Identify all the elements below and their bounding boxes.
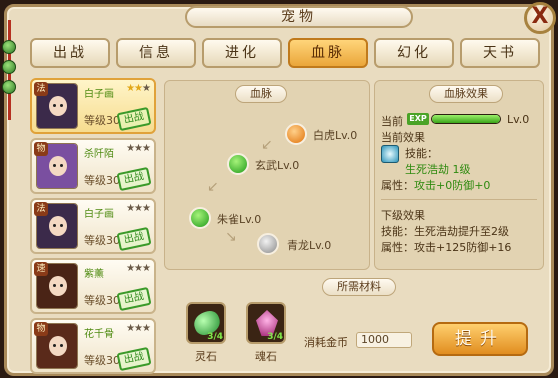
azure-dragon-label: 青龙Lv.0	[287, 239, 332, 252]
pet-name: 白子画	[84, 89, 114, 100]
pet-level: 等级30	[84, 174, 120, 187]
pet-stars: ★★★	[126, 83, 151, 94]
pet-class-tag: 速	[34, 262, 48, 276]
pet-level: 等级30	[84, 234, 120, 247]
spirit-stone-item[interactable]: 3/4	[186, 302, 226, 344]
skill-value: 生死浩劫 1级	[405, 163, 471, 176]
pet-stars: ★★★	[126, 323, 151, 334]
arrow-icon: ↘	[225, 229, 237, 245]
tab-bar: 出战 信息 进化 血脉 幻化 天书	[30, 38, 540, 68]
current-level: Lv.0	[507, 113, 530, 126]
pet-name: 花千骨	[84, 329, 114, 340]
soul-stone-name: 魂石	[255, 350, 277, 363]
deployed-stamp: 出战	[116, 286, 152, 312]
white-tiger-label: 白虎Lv.0	[313, 129, 358, 142]
cost-label: 消耗金币	[304, 336, 348, 349]
pet-list: 法 白子画 ★★★ 等级30 出战 物 杀阡陌 ★★★ 等级30 出战 法 白子…	[30, 78, 158, 374]
pet-class-tag: 物	[34, 142, 48, 156]
materials-section: 所需材料 3/4 灵石 3/4 魂石 消耗金币 1000 提升	[164, 276, 544, 374]
deployed-stamp: 出战	[116, 346, 152, 372]
pet-name: 紫薰	[84, 269, 104, 280]
tab-evolve[interactable]: 进化	[202, 38, 282, 68]
bloodline-effect-panel: 血脉效果 当前 EXP Lv.0 当前效果 技能： 生死浩劫 1级 属性：攻击+…	[374, 80, 544, 270]
window-title: 宠物	[185, 6, 413, 28]
pet-stars: ★★★	[126, 143, 151, 154]
pet-card[interactable]: 物 花千骨 ★★★ 等级30 出战	[30, 318, 156, 374]
arrow-icon: ↙	[261, 137, 273, 153]
black-tortoise-label: 玄武Lv.0	[255, 159, 300, 172]
current-effect-title: 当前效果	[381, 131, 425, 144]
skill-icon[interactable]	[381, 145, 399, 163]
black-tortoise-node[interactable]	[227, 153, 249, 175]
deployed-stamp: 出战	[116, 106, 152, 132]
tab-heavenly-book[interactable]: 天书	[460, 38, 540, 68]
azure-dragon-node[interactable]	[257, 233, 279, 255]
deployed-stamp: 出战	[116, 226, 152, 252]
tab-info[interactable]: 信息	[116, 38, 196, 68]
pet-level: 等级30	[84, 114, 120, 127]
effect-label: 血脉效果	[429, 85, 503, 103]
skill-title: 技能：	[405, 147, 438, 160]
pet-level: 等级30	[84, 294, 120, 307]
exp-progress-bar	[431, 114, 501, 124]
next-skill: 技能：生死浩劫提升至2级	[381, 225, 509, 238]
pet-class-tag: 法	[34, 82, 48, 96]
materials-label: 所需材料	[322, 278, 396, 296]
pet-class-tag: 物	[34, 322, 48, 336]
pet-stars: ★★★	[126, 263, 151, 274]
tab-deploy[interactable]: 出战	[30, 38, 110, 68]
pet-class-tag: 法	[34, 202, 48, 216]
current-attr: 属性：攻击+0防御+0	[381, 179, 491, 192]
close-button[interactable]: X	[524, 2, 556, 34]
pet-card[interactable]: 物 杀阡陌 ★★★ 等级30 出战	[30, 138, 156, 194]
pet-card[interactable]: 法 白子画 ★★★ 等级30 出战	[30, 198, 156, 254]
pet-name: 白子画	[84, 209, 114, 220]
current-prefix: 当前	[381, 115, 403, 128]
spirit-stone-name: 灵石	[195, 350, 217, 363]
pet-card[interactable]: 法 白子画 ★★★ 等级30 出战	[30, 78, 156, 134]
jade-cord-decoration	[0, 20, 20, 120]
soul-stone-item[interactable]: 3/4	[246, 302, 286, 344]
tab-transform[interactable]: 幻化	[374, 38, 454, 68]
divider	[381, 199, 537, 200]
next-attr: 属性：攻击+125防御+16	[381, 241, 512, 254]
tab-bloodline[interactable]: 血脉	[288, 38, 368, 68]
deployed-stamp: 出战	[116, 166, 152, 192]
exp-badge: EXP	[407, 113, 429, 125]
bloodline-panel: 血脉 白虎Lv.0 ↙ 玄武Lv.0 ↙ 朱雀Lv.0 ↘ 青龙Lv.0	[164, 80, 370, 270]
vermilion-bird-label: 朱雀Lv.0	[217, 213, 262, 226]
pet-name: 杀阡陌	[84, 149, 114, 160]
pet-level: 等级30	[84, 354, 120, 367]
white-tiger-node[interactable]	[285, 123, 307, 145]
pet-card[interactable]: 速 紫薰 ★★★ 等级30 出战	[30, 258, 156, 314]
next-title: 下级效果	[381, 209, 425, 222]
vermilion-bird-node[interactable]	[189, 207, 211, 229]
arrow-icon: ↙	[207, 179, 219, 195]
upgrade-button[interactable]: 提升	[432, 322, 528, 356]
cost-value: 1000	[356, 332, 412, 348]
pet-stars: ★★★	[126, 203, 151, 214]
bloodline-label: 血脉	[235, 85, 287, 103]
